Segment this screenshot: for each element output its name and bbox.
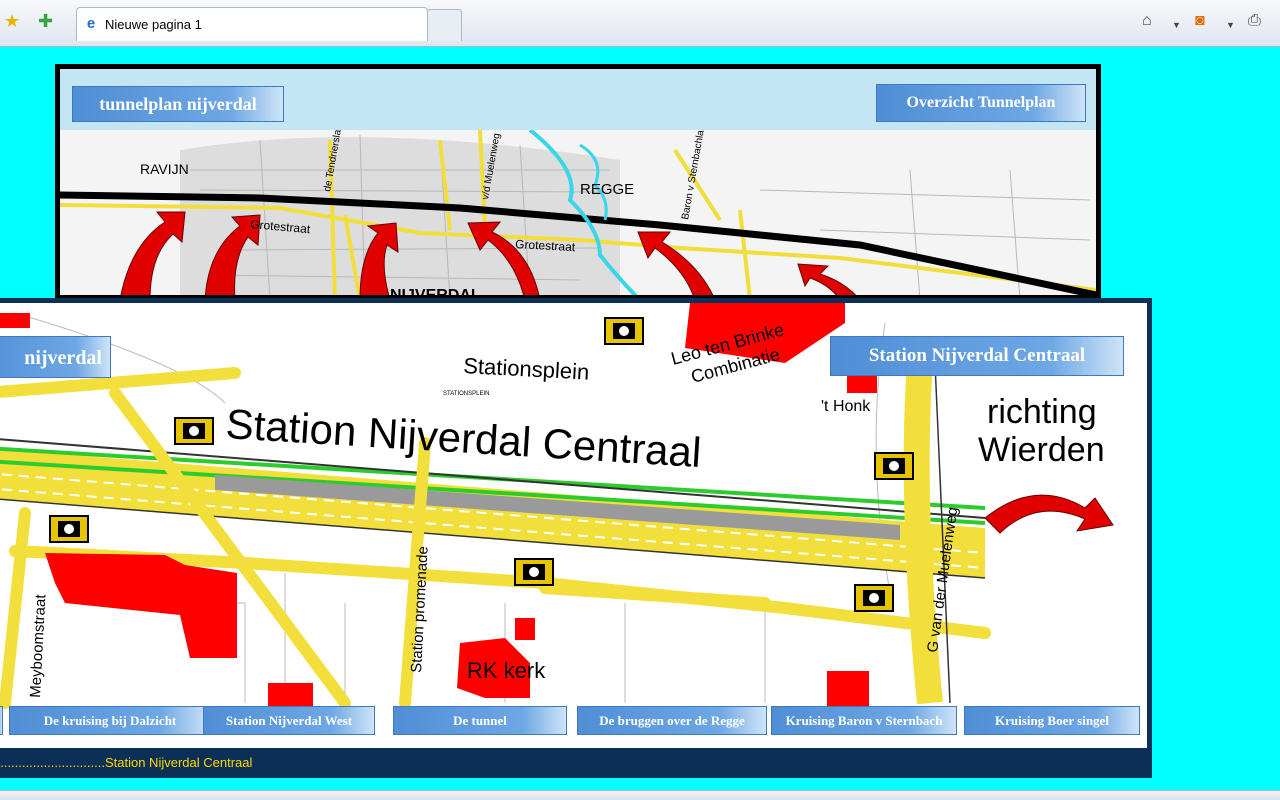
camera-icon[interactable] [514, 558, 554, 586]
footer-breadcrumb: ...............................Station N… [0, 755, 253, 770]
station-detail-panel: Station Nijverdal Centraal Stationsplein… [0, 298, 1152, 778]
add-favorite-icon[interactable]: ✚ [38, 12, 53, 30]
camera-icon[interactable] [604, 317, 644, 345]
chevron-down-icon[interactable]: ▼ [1172, 16, 1181, 34]
camera-icon[interactable] [854, 584, 894, 612]
browser-toolbar: ★ ✚ e Nieuwe pagina 1 ⌂ ▼ ◙ ▼ ⎙ [0, 0, 1280, 47]
chevron-down-icon[interactable]: ▼ [1226, 16, 1235, 34]
map-label-ravijn: RAVIJN [140, 161, 189, 177]
overview-map: RAVIJN Grotestraat Grotestraat REGGE NIJ… [60, 130, 1096, 295]
map-label-honk: 't Honk [821, 398, 871, 415]
map-label-richting: richting [987, 393, 1097, 431]
nav-button-kruising-baron[interactable]: Kruising Baron v Sternbach [771, 706, 957, 735]
print-icon[interactable]: ⎙ [1248, 12, 1261, 30]
nav-button-station-west[interactable]: Station Nijverdal West [203, 706, 375, 735]
rss-feed-icon[interactable]: ◙ [1195, 12, 1205, 30]
home-icon[interactable]: ⌂ [1142, 12, 1152, 30]
camera-icon[interactable] [49, 515, 89, 543]
new-tab-button[interactable] [427, 9, 462, 41]
nav-button-partial[interactable] [0, 706, 3, 735]
nav-button-kruising-boer-singel[interactable]: Kruising Boer singel [964, 706, 1140, 735]
ie-page-icon: e [86, 15, 96, 32]
map-label-regge: REGGE [580, 181, 634, 198]
tunnelplan-overview-panel: tunnelplan nijverdal Overzicht Tunnelpla… [55, 64, 1101, 300]
map-label-stationsplein-small: STATIONSPLEIN [443, 391, 489, 397]
panel-footer: ...............................Station N… [0, 748, 1147, 773]
favorites-star-icon[interactable]: ★ [4, 12, 20, 30]
tunnelplan-logo[interactable]: tunnelplan nijverdal [72, 86, 284, 122]
station-nijverdal-centraal-button[interactable]: Station Nijverdal Centraal [830, 336, 1124, 376]
camera-icon[interactable] [174, 417, 214, 445]
nijverdal-logo[interactable]: nijverdal [0, 336, 111, 378]
tab-title: Nieuwe pagina 1 [105, 17, 202, 32]
nav-button-bruggen-regge[interactable]: De bruggen over de Regge [577, 706, 767, 735]
nav-button-kruising-dalzicht[interactable]: De kruising bij Dalzicht [9, 706, 211, 735]
browser-status-bar [0, 790, 1280, 800]
camera-icon[interactable] [874, 452, 914, 480]
overview-tunnelplan-button[interactable]: Overzicht Tunnelplan [876, 84, 1086, 122]
browser-tab[interactable]: e Nieuwe pagina 1 [76, 7, 428, 41]
map-label-wierden: Wierden [978, 431, 1105, 469]
nav-button-tunnel[interactable]: De tunnel [393, 706, 567, 735]
map-label-rk-kerk: RK kerk [467, 658, 546, 683]
